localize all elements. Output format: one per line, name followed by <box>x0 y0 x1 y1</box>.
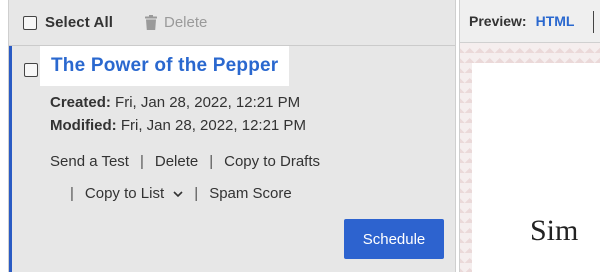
preview-panel: Preview: HTML Sim <box>459 0 600 272</box>
copy-to-drafts-link[interactable]: Copy to Drafts <box>224 153 320 170</box>
select-all-checkbox[interactable] <box>23 15 37 30</box>
action-separator: | <box>194 185 199 202</box>
modified-value: Fri, Jan 28, 2022, 12:21 PM <box>120 117 306 134</box>
preview-label: Preview: <box>469 13 527 29</box>
created-line: Created: Fri, Jan 28, 2022, 12:21 PM <box>50 94 300 111</box>
preview-toolbar: Preview: HTML <box>460 0 600 43</box>
message-title-highlight: The Power of the Pepper <box>40 46 290 86</box>
created-value: Fri, Jan 28, 2022, 12:21 PM <box>115 94 301 111</box>
message-actions-row-1: Send a Test | Delete | Copy to Drafts <box>50 153 320 170</box>
copy-to-list-dropdown[interactable]: Copy to List <box>85 185 183 202</box>
message-list-panel: Select All Delete The Power of the Peppe… <box>8 0 456 272</box>
modified-label: Modified: <box>50 117 117 134</box>
select-all-label[interactable]: Select All <box>45 14 113 31</box>
toolbar-divider <box>593 11 594 33</box>
modified-line: Modified: Fri, Jan 28, 2022, 12:21 PM <box>50 117 306 134</box>
created-label: Created: <box>50 94 111 111</box>
bulk-delete-label[interactable]: Delete <box>164 14 207 31</box>
trash-icon <box>144 15 157 30</box>
action-separator: | <box>139 153 144 170</box>
message-title-link[interactable]: The Power of the Pepper <box>51 55 278 77</box>
action-separator: | <box>70 185 74 202</box>
bulk-delete-button[interactable]: Delete <box>144 14 207 31</box>
action-separator: | <box>209 153 214 170</box>
schedule-button[interactable]: Schedule <box>344 219 444 259</box>
delete-message-link[interactable]: Delete <box>155 153 198 170</box>
spam-score-link[interactable]: Spam Score <box>209 185 292 202</box>
message-checkbox[interactable] <box>24 63 38 77</box>
preview-heading-text: Sim <box>530 214 579 247</box>
message-list-item: The Power of the Pepper Created: Fri, Ja… <box>9 46 455 272</box>
send-test-link[interactable]: Send a Test <box>50 153 129 170</box>
copy-to-list-label[interactable]: Copy to List <box>85 185 164 202</box>
select-all-control[interactable]: Select All <box>23 14 113 31</box>
chevron-down-icon[interactable] <box>173 190 183 198</box>
message-actions-row-2: | Copy to List | Spam Score <box>50 185 292 202</box>
list-toolbar: Select All Delete <box>9 0 455 46</box>
preview-mode-html[interactable]: HTML <box>536 13 575 29</box>
